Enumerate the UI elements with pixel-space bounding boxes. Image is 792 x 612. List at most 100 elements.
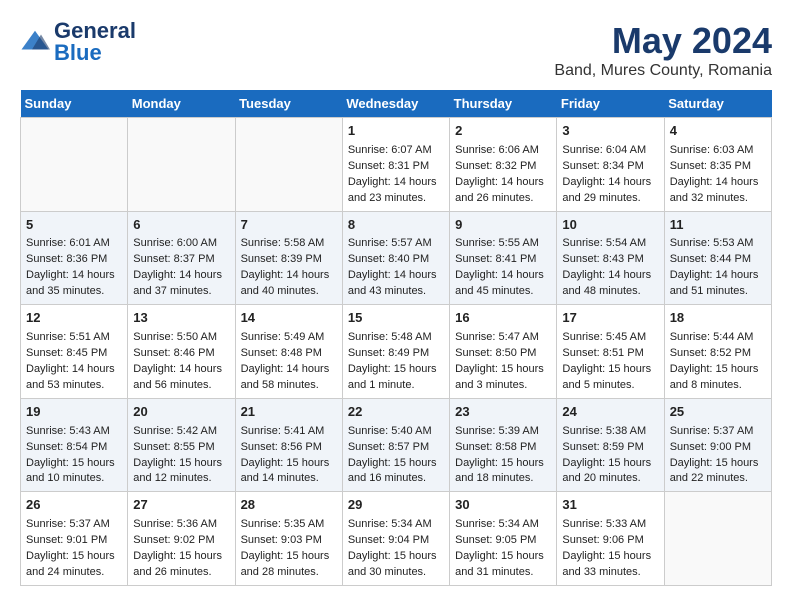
day-info-line: Sunrise: 5:45 AM [562, 330, 658, 346]
day-info-line: and 43 minutes. [348, 284, 444, 300]
day-number: 12 [26, 309, 122, 328]
day-info-line: Sunrise: 5:38 AM [562, 424, 658, 440]
day-info-line: Sunrise: 5:34 AM [455, 517, 551, 533]
day-info-line: Sunset: 9:02 PM [133, 533, 229, 549]
day-info-line: Daylight: 14 hours [670, 268, 766, 284]
day-info-line: Daylight: 14 hours [133, 268, 229, 284]
day-number: 1 [348, 122, 444, 141]
day-number: 16 [455, 309, 551, 328]
day-info-line: Sunrise: 5:49 AM [241, 330, 337, 346]
day-info-line: Sunset: 8:32 PM [455, 159, 551, 175]
day-info-line: Daylight: 14 hours [348, 175, 444, 191]
main-title: May 2024 [554, 20, 772, 62]
calendar-cell: 20Sunrise: 5:42 AMSunset: 8:55 PMDayligh… [128, 398, 235, 492]
day-number: 25 [670, 403, 766, 422]
day-info-line: Sunset: 8:59 PM [562, 440, 658, 456]
day-info-line: Sunrise: 5:51 AM [26, 330, 122, 346]
day-info-line: Sunset: 9:04 PM [348, 533, 444, 549]
day-info-line: and 28 minutes. [241, 565, 337, 581]
day-number: 21 [241, 403, 337, 422]
day-info-line: and 58 minutes. [241, 378, 337, 394]
day-number: 5 [26, 216, 122, 235]
calendar-cell: 29Sunrise: 5:34 AMSunset: 9:04 PMDayligh… [342, 492, 449, 586]
day-info-line: Sunrise: 5:57 AM [348, 236, 444, 252]
day-info-line: Sunrise: 5:53 AM [670, 236, 766, 252]
day-info-line: Sunset: 8:40 PM [348, 252, 444, 268]
day-info-line: Daylight: 14 hours [26, 268, 122, 284]
day-info-line: Daylight: 15 hours [348, 362, 444, 378]
day-info-line: and 26 minutes. [455, 191, 551, 207]
calendar-cell: 3Sunrise: 6:04 AMSunset: 8:34 PMDaylight… [557, 118, 664, 212]
day-info-line: Sunrise: 5:44 AM [670, 330, 766, 346]
day-info-line: and 18 minutes. [455, 471, 551, 487]
day-info-line: Sunrise: 5:41 AM [241, 424, 337, 440]
day-number: 23 [455, 403, 551, 422]
calendar-cell: 1Sunrise: 6:07 AMSunset: 8:31 PMDaylight… [342, 118, 449, 212]
day-info-line: Daylight: 15 hours [455, 362, 551, 378]
day-info-line: and 1 minute. [348, 378, 444, 394]
day-info-line: Daylight: 15 hours [26, 549, 122, 565]
day-info-line: Sunrise: 6:07 AM [348, 143, 444, 159]
day-info-line: and 30 minutes. [348, 565, 444, 581]
calendar-cell: 31Sunrise: 5:33 AMSunset: 9:06 PMDayligh… [557, 492, 664, 586]
day-info-line: Daylight: 15 hours [455, 549, 551, 565]
day-number: 20 [133, 403, 229, 422]
day-info-line: Daylight: 15 hours [241, 456, 337, 472]
day-info-line: Daylight: 15 hours [562, 362, 658, 378]
day-info-line: Sunrise: 5:37 AM [670, 424, 766, 440]
day-info-line: and 5 minutes. [562, 378, 658, 394]
day-info-line: and 40 minutes. [241, 284, 337, 300]
calendar-cell: 2Sunrise: 6:06 AMSunset: 8:32 PMDaylight… [450, 118, 557, 212]
week-row-1: 1Sunrise: 6:07 AMSunset: 8:31 PMDaylight… [21, 118, 772, 212]
day-info-line: Daylight: 14 hours [455, 268, 551, 284]
day-number: 18 [670, 309, 766, 328]
calendar-cell: 9Sunrise: 5:55 AMSunset: 8:41 PMDaylight… [450, 211, 557, 305]
day-header-wednesday: Wednesday [342, 90, 449, 118]
calendar-cell: 19Sunrise: 5:43 AMSunset: 8:54 PMDayligh… [21, 398, 128, 492]
calendar-body: 1Sunrise: 6:07 AMSunset: 8:31 PMDaylight… [21, 118, 772, 586]
subtitle: Band, Mures County, Romania [554, 62, 772, 80]
calendar-cell: 26Sunrise: 5:37 AMSunset: 9:01 PMDayligh… [21, 492, 128, 586]
calendar-cell: 11Sunrise: 5:53 AMSunset: 8:44 PMDayligh… [664, 211, 771, 305]
day-info-line: and 3 minutes. [455, 378, 551, 394]
calendar-cell: 7Sunrise: 5:58 AMSunset: 8:39 PMDaylight… [235, 211, 342, 305]
day-info-line: and 48 minutes. [562, 284, 658, 300]
day-info-line: Sunset: 8:58 PM [455, 440, 551, 456]
day-info-line: Sunset: 8:48 PM [241, 346, 337, 362]
day-info-line: Sunset: 9:03 PM [241, 533, 337, 549]
day-info-line: Sunrise: 5:58 AM [241, 236, 337, 252]
calendar-cell: 15Sunrise: 5:48 AMSunset: 8:49 PMDayligh… [342, 305, 449, 399]
day-number: 22 [348, 403, 444, 422]
day-info-line: Sunset: 8:46 PM [133, 346, 229, 362]
logo: General Blue [20, 20, 136, 64]
day-info-line: Sunset: 8:36 PM [26, 252, 122, 268]
day-info-line: and 31 minutes. [455, 565, 551, 581]
day-info-line: Daylight: 14 hours [455, 175, 551, 191]
day-info-line: Sunrise: 5:40 AM [348, 424, 444, 440]
week-row-4: 19Sunrise: 5:43 AMSunset: 8:54 PMDayligh… [21, 398, 772, 492]
calendar-cell: 6Sunrise: 6:00 AMSunset: 8:37 PMDaylight… [128, 211, 235, 305]
day-number: 27 [133, 496, 229, 515]
calendar-header-row: SundayMondayTuesdayWednesdayThursdayFrid… [21, 90, 772, 118]
day-info-line: Sunrise: 5:55 AM [455, 236, 551, 252]
day-number: 29 [348, 496, 444, 515]
day-number: 6 [133, 216, 229, 235]
day-info-line: Sunset: 9:05 PM [455, 533, 551, 549]
day-info-line: and 56 minutes. [133, 378, 229, 394]
day-info-line: and 14 minutes. [241, 471, 337, 487]
calendar-cell [21, 118, 128, 212]
day-info-line: Sunset: 8:37 PM [133, 252, 229, 268]
calendar-cell: 8Sunrise: 5:57 AMSunset: 8:40 PMDaylight… [342, 211, 449, 305]
day-number: 28 [241, 496, 337, 515]
day-header-saturday: Saturday [664, 90, 771, 118]
day-info-line: Daylight: 14 hours [241, 362, 337, 378]
day-info-line: and 29 minutes. [562, 191, 658, 207]
day-info-line: and 35 minutes. [26, 284, 122, 300]
day-info-line: and 24 minutes. [26, 565, 122, 581]
logo-icon [20, 27, 50, 57]
day-info-line: and 23 minutes. [348, 191, 444, 207]
day-info-line: Sunrise: 6:06 AM [455, 143, 551, 159]
day-info-line: and 8 minutes. [670, 378, 766, 394]
day-info-line: Daylight: 15 hours [133, 549, 229, 565]
day-info-line: Daylight: 15 hours [455, 456, 551, 472]
